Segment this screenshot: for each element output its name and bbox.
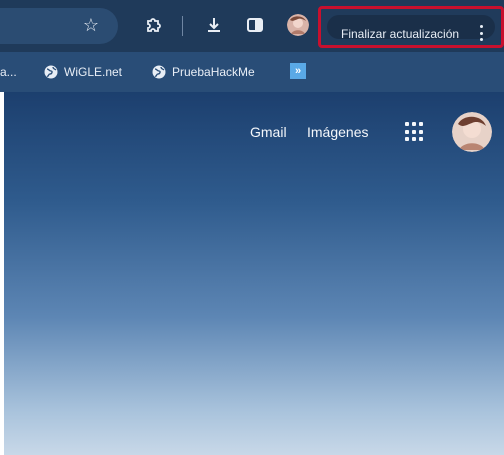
bookmark-item-pruebahackme[interactable]: PruebaHackMe (152, 62, 255, 82)
bookmark-label: WiGLE.net (64, 65, 123, 79)
update-button-highlight: Finalizar actualización (318, 6, 504, 48)
side-panel-icon[interactable] (244, 14, 266, 36)
puzzle-icon[interactable] (142, 14, 164, 36)
globe-icon (44, 65, 58, 79)
avatar[interactable] (452, 112, 492, 152)
bookmark-item-wigle[interactable]: WiGLE.net (44, 62, 122, 82)
apps-grid-icon[interactable] (405, 122, 425, 142)
kebab-menu-icon[interactable] (479, 25, 483, 41)
page-background (0, 92, 504, 455)
download-icon[interactable] (203, 14, 225, 36)
avatar[interactable] (287, 14, 309, 36)
images-link[interactable]: Imágenes (307, 124, 368, 140)
globe-icon (152, 65, 166, 79)
browser-toolbar: ☆ Finalizar actualización (0, 0, 504, 52)
gmail-link[interactable]: Gmail (250, 124, 287, 140)
bookmarks-bar: a... WiGLE.net PruebaHackMe (0, 52, 504, 92)
bookmark-label: PruebaHackMe (172, 65, 255, 79)
toolbar-divider (182, 16, 183, 36)
bookmark-item[interactable]: a... (0, 62, 17, 82)
window-edge (0, 92, 4, 455)
browser-window: ☆ Finalizar actualización a... WiGLE.net… (0, 0, 504, 455)
update-button[interactable]: Finalizar actualización (327, 15, 495, 41)
chevron-double-right-icon[interactable]: » (290, 63, 306, 79)
bookmark-label: a... (0, 65, 17, 79)
star-icon[interactable]: ☆ (80, 14, 102, 36)
update-button-label: Finalizar actualización (341, 27, 460, 41)
